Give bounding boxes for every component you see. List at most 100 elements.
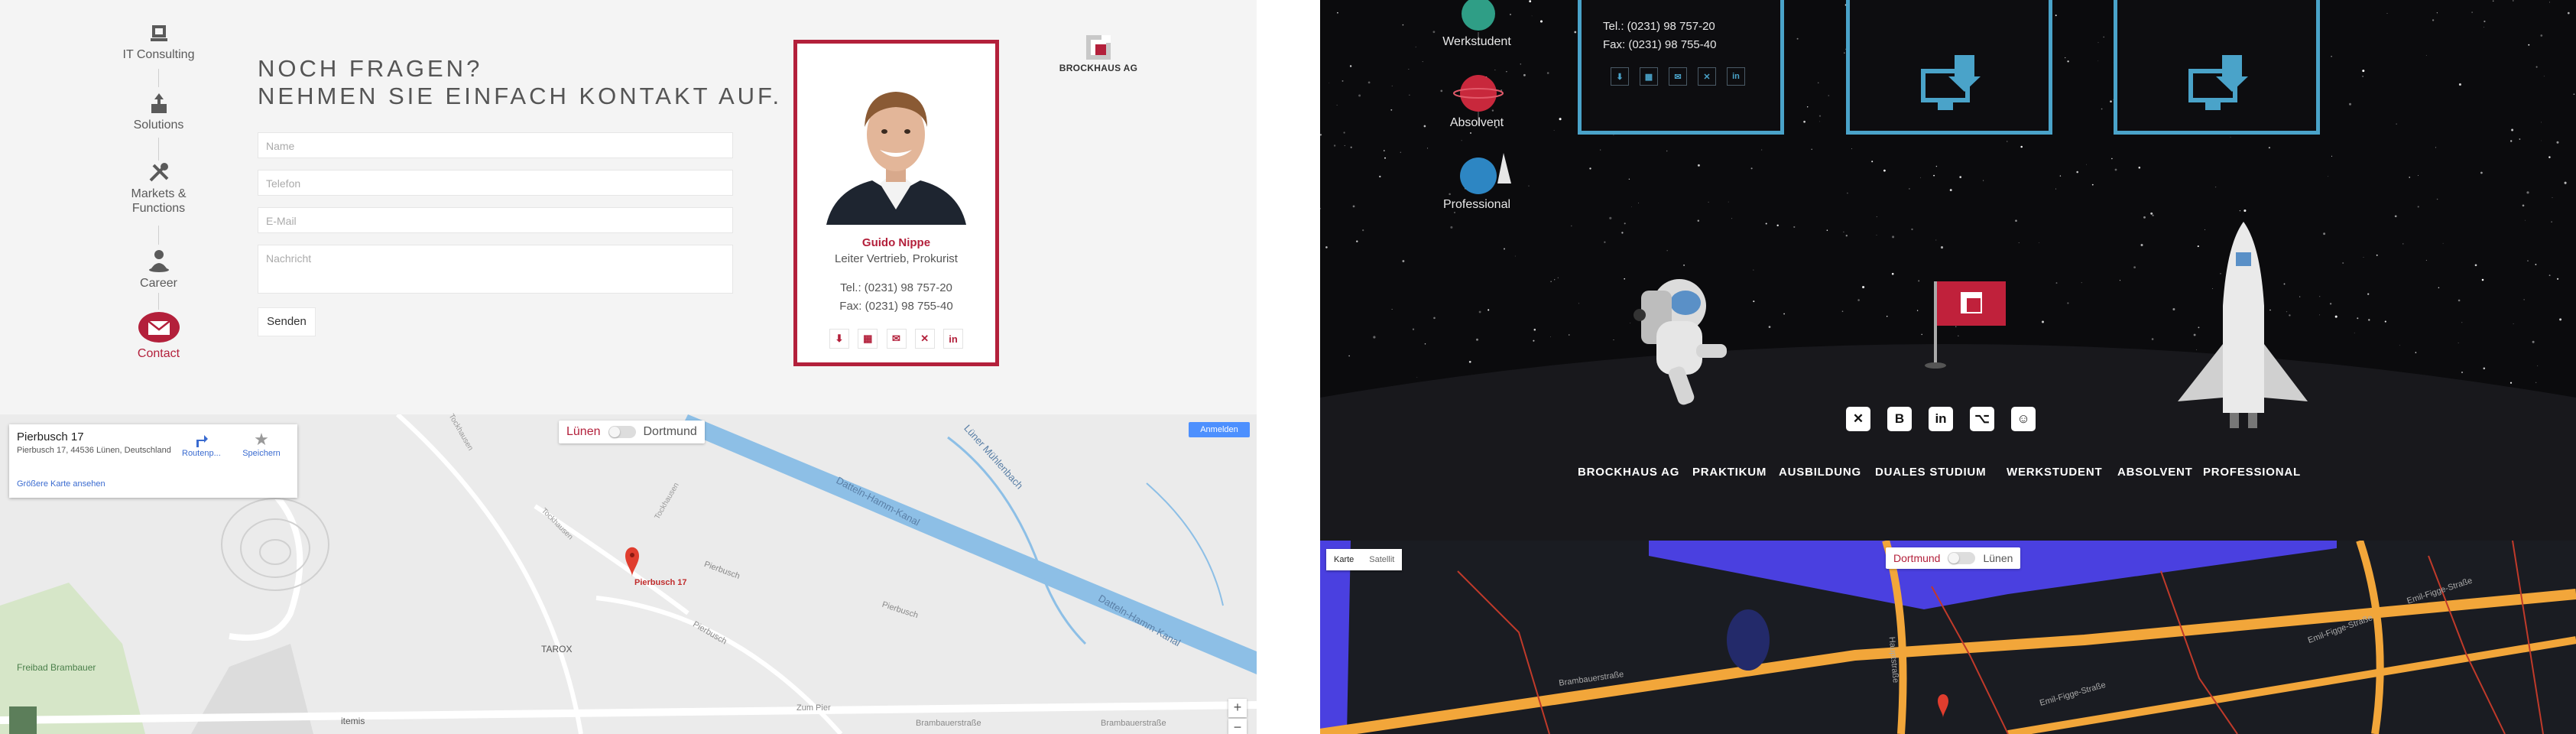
star <box>2556 141 2559 144</box>
linkedin-icon[interactable]: in <box>1727 67 1745 86</box>
mail-icon[interactable]: ✉ <box>1669 67 1687 86</box>
nav-label: Markets & Functions <box>131 187 187 215</box>
footer-link-duales-studium[interactable]: DUALES STUDIUM <box>1875 466 1986 479</box>
star <box>2018 242 2020 244</box>
star <box>2458 83 2461 86</box>
star <box>1373 336 1376 339</box>
star <box>1728 201 1729 203</box>
map-type-satellit[interactable]: Satellit <box>1361 549 1402 570</box>
star <box>2086 164 2087 165</box>
email-field[interactable]: E-Mail <box>258 207 733 233</box>
vcard-icon[interactable]: ⬇ <box>1611 67 1629 86</box>
phone-field[interactable]: Telefon <box>258 170 733 196</box>
nav-professional[interactable]: Professional <box>1435 198 1519 212</box>
nav-markets-functions[interactable]: Markets & Functions <box>107 161 210 216</box>
toggle-left-label: Lünen <box>566 425 601 438</box>
star <box>2471 11 2473 13</box>
person-icon <box>148 250 169 272</box>
footer-link-werkstudent[interactable]: WERKSTUDENT <box>2007 466 2102 479</box>
qr-icon[interactable]: ▦ <box>1640 67 1658 86</box>
city-toggle[interactable]: Dortmund Lünen <box>1886 547 2021 569</box>
nav-it-consulting[interactable]: IT Consulting <box>107 23 210 62</box>
star <box>2152 214 2154 216</box>
star <box>1892 235 1895 239</box>
star <box>1350 146 1352 148</box>
route-button[interactable]: Routenp... <box>182 432 221 458</box>
contact-page-light: IT Consulting Solutions Markets & Functi… <box>0 0 1257 734</box>
mail-icon <box>138 312 180 343</box>
star <box>1533 328 1536 331</box>
kununu-icon[interactable]: ☺ <box>2011 407 2036 431</box>
map-info-window: Pierbusch 17 Pierbusch 17, 44536 Lünen, … <box>9 424 297 498</box>
xing-icon[interactable]: ✕ <box>1846 407 1870 431</box>
xing-icon[interactable]: ✕ <box>914 329 935 349</box>
star <box>2193 333 2196 336</box>
footer-link-absolvent[interactable]: ABSOLVENT <box>2117 466 2193 479</box>
vcard-icon[interactable]: ⬇ <box>829 329 849 349</box>
footer-link-professional[interactable]: PROFESSIONAL <box>2203 466 2301 479</box>
zoom-out-button[interactable]: − <box>1228 719 1247 734</box>
star <box>1470 132 1471 134</box>
map-type-control[interactable]: Karte Satellit <box>1326 549 1403 570</box>
star <box>2342 262 2344 264</box>
star <box>2402 243 2404 245</box>
send-button[interactable]: Senden <box>258 307 316 336</box>
download-box[interactable] <box>1846 0 2052 135</box>
linkedin-icon[interactable]: in <box>943 329 963 349</box>
star <box>2509 140 2513 142</box>
star <box>1624 278 1625 280</box>
nav-werkstudent[interactable]: Werkstudent <box>1435 35 1519 49</box>
dark-google-map[interactable]: Brambauerstraße Emil-Figge-Straße Emil-F… <box>1320 541 2576 734</box>
star <box>2509 382 2513 384</box>
toggle-switch[interactable] <box>1948 552 1976 564</box>
star <box>1416 376 1418 378</box>
footer-link-brockhaus[interactable]: BROCKHAUS AG <box>1578 466 1679 479</box>
download-box[interactable] <box>2114 0 2320 135</box>
star <box>1753 269 1754 271</box>
star <box>1367 81 1371 84</box>
github-icon[interactable]: ⌥ <box>1970 407 1994 431</box>
star <box>1528 185 1530 187</box>
star <box>2548 274 2551 277</box>
star <box>1400 151 1401 153</box>
toggle-switch[interactable] <box>608 426 636 438</box>
qr-icon[interactable]: ▦ <box>858 329 878 349</box>
star <box>2334 315 2338 318</box>
star <box>2527 260 2529 261</box>
brockhaus-logo[interactable]: BROCKHAUS AG <box>1056 34 1140 73</box>
city-toggle[interactable]: Lünen Dortmund <box>559 421 705 443</box>
star <box>2110 100 2112 103</box>
star <box>1391 309 1393 310</box>
star <box>2535 66 2538 68</box>
star <box>1358 94 1361 97</box>
star <box>2319 314 2320 316</box>
star <box>1533 339 1535 342</box>
signin-button[interactable]: Anmelden <box>1189 422 1250 437</box>
star <box>2212 288 2213 289</box>
map-type-karte[interactable]: Karte <box>1326 549 1361 570</box>
message-field[interactable]: Nachricht <box>258 245 733 294</box>
nav-contact[interactable]: Contact <box>107 311 210 361</box>
larger-map-link[interactable]: Größere Karte ansehen <box>17 479 105 489</box>
nav-solutions[interactable]: Solutions <box>107 92 210 132</box>
footer-link-ausbildung[interactable]: AUSBILDUNG <box>1779 466 1861 479</box>
zoom-in-button[interactable]: + <box>1228 699 1247 717</box>
save-place-button[interactable]: ★ Speichern <box>238 430 284 459</box>
map-label-street: Zum Pier <box>796 703 831 713</box>
linkedin-icon[interactable]: in <box>1929 407 1953 431</box>
blogger-icon[interactable]: B <box>1887 407 1912 431</box>
name-field[interactable]: Name <box>258 132 733 158</box>
star <box>2532 340 2535 343</box>
star <box>1683 264 1685 266</box>
nav-label: Solutions <box>133 119 184 132</box>
star <box>2059 175 2062 177</box>
star <box>2243 209 2247 213</box>
mail-icon[interactable]: ✉ <box>886 329 907 349</box>
star <box>1478 310 1481 313</box>
star <box>2394 215 2397 218</box>
xing-icon[interactable]: ✕ <box>1698 67 1716 86</box>
nav-career[interactable]: Career <box>107 248 210 291</box>
toggle-right-label: Dortmund <box>643 425 697 438</box>
nav-absolvent[interactable]: Absolvent <box>1435 116 1519 130</box>
footer-link-praktikum[interactable]: PRAKTIKUM <box>1692 466 1767 479</box>
